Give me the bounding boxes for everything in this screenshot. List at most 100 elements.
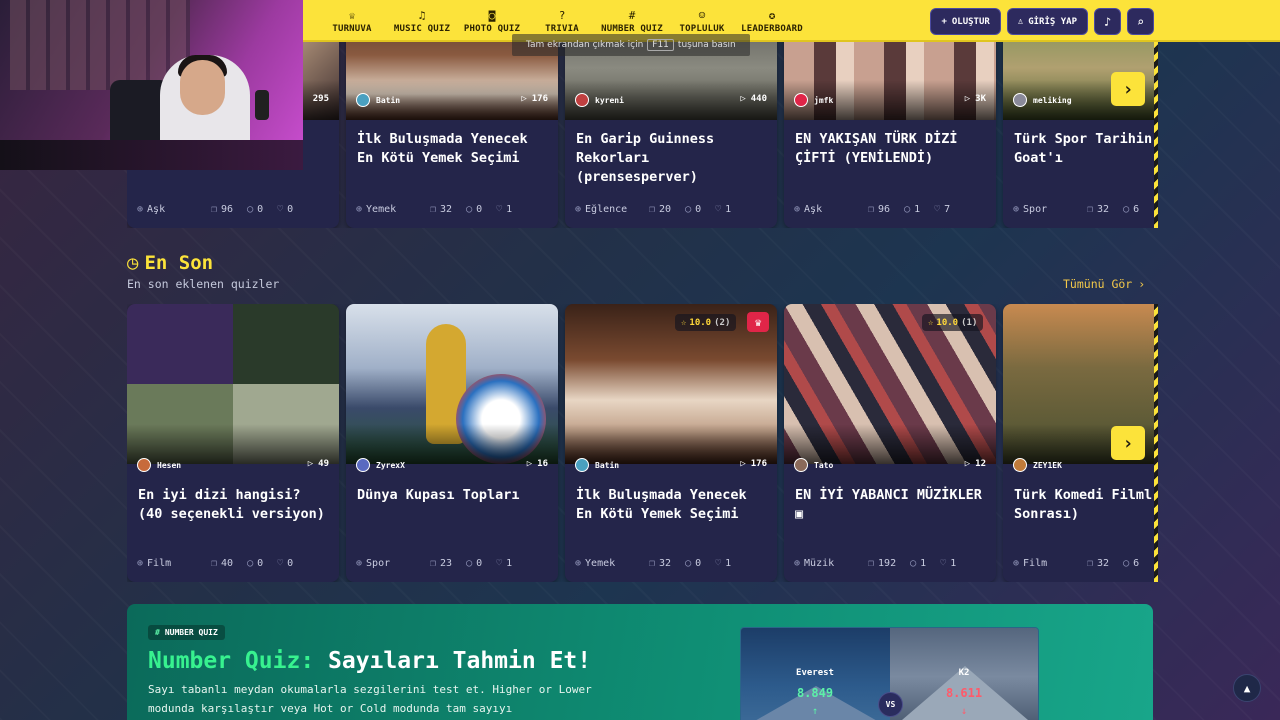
see-all-link[interactable]: Tümünü Gör ›: [1063, 277, 1145, 291]
like-count: 7: [944, 204, 951, 215]
play-count: ▷ 49: [308, 459, 329, 469]
category-label: Spor: [1023, 204, 1048, 215]
star-icon: ☆: [681, 317, 687, 328]
nav-item-photo-quiz[interactable]: ◙ PHOTO QUIZ: [457, 7, 527, 34]
heart-icon: ♡: [940, 558, 947, 569]
carousel-next-button[interactable]: ›: [1111, 426, 1145, 460]
quiz-card[interactable]: ☆ 10.0 (2) ♛ Batin ▷ 176 İlk Buluşmada Yene…: [565, 304, 777, 582]
play-icon: ▷: [521, 94, 527, 104]
carousel-next-button[interactable]: ›: [1111, 72, 1145, 106]
vs-right-panel: K2 8.611 ↓: [890, 628, 1038, 720]
promo-description: Sayı tabanlı meydan okumalarla sezgileri…: [148, 683, 592, 715]
star-icon: ☆: [928, 317, 934, 328]
quiz-title-text: EN İYİ YABANCI MÜZİKLER: [795, 487, 982, 503]
quiz-author[interactable]: ZEY1EK: [1013, 458, 1062, 472]
play-count: ▷ 176: [740, 459, 767, 469]
comment-icon: ◯: [247, 558, 254, 569]
avatar: [794, 458, 808, 472]
vs-badge: VS: [878, 692, 903, 717]
search-icon: ⌕: [1136, 14, 1145, 29]
fullscreen-tooltip: Tam ekrandan çıkmak için F11 tuşuna bası…: [512, 34, 750, 56]
number-quiz-promo: # NUMBER QUIZ Number Quiz: Sayıları Tahmi…: [127, 604, 1153, 720]
author-name: kyreni: [595, 95, 624, 105]
nav-item-trivia[interactable]: ? TRIVIA: [527, 7, 597, 34]
users-icon: ☺: [698, 8, 706, 22]
login-button[interactable]: ♙ GİRİŞ YAP: [1006, 8, 1088, 35]
rating-badge: ☆ 10.0 (2): [675, 314, 737, 331]
questions-icon: ❐: [430, 204, 437, 215]
quiz-thumbnail: [346, 304, 558, 464]
like-count: 1: [506, 204, 513, 215]
create-button[interactable]: + OLUŞTUR: [930, 8, 1001, 35]
questions-icon: ❐: [1087, 558, 1094, 569]
quiz-card[interactable]: Hesen ▷ 49 En iyi dizi hangisi? (40 seçen…: [127, 304, 339, 582]
play-count: ▷ 3K: [965, 94, 986, 104]
nav-item-number-quiz[interactable]: # NUMBER QUIZ: [597, 7, 667, 34]
play-count: ▷ 176: [521, 94, 548, 104]
medal-icon: ✪: [768, 8, 776, 22]
category-icon: ⊕: [794, 204, 801, 215]
quiz-title[interactable]: İlk Buluşmada Yenecek En Kötü Yemek Seçi…: [576, 486, 769, 524]
versus-preview[interactable]: Everest 8.849 ↑ K2 8.611 ↓ VS: [740, 627, 1039, 720]
quiz-card[interactable]: ☆ 10.0 (1) Tato ▷ 12 EN İYİ YABANCI MÜZİKLE…: [784, 304, 996, 582]
category-label: Eğlence: [585, 204, 628, 215]
quiz-title[interactable]: En iyi dizi hangisi? (40 seçenekli versi…: [138, 486, 331, 524]
category-label: Spor: [366, 558, 391, 569]
heart-icon: ♡: [496, 558, 503, 569]
quiz-author[interactable]: meliking: [1013, 93, 1072, 107]
author-name: meliking: [1033, 95, 1072, 105]
nav-menu: ♕ TURNUVA ♫ MUSIC QUIZ ◙ PHOTO QUIZ ? TRIVIA…: [317, 7, 807, 34]
scroll-to-top-button[interactable]: ▲: [1233, 674, 1261, 702]
questions-icon: ❐: [430, 558, 437, 569]
nav-item-leaderboard[interactable]: ✪ LEADERBOARD: [737, 7, 807, 34]
nav-label: TURNUVA: [332, 23, 372, 34]
questions-icon: ❐: [649, 558, 656, 569]
quiz-title[interactable]: Türk Komedi Filml (2000 Sonrası): [1014, 486, 1158, 524]
quiz-title[interactable]: EN İYİ YABANCI MÜZİKLER ▣: [795, 486, 988, 524]
quiz-card[interactable]: ZyrexX ▷ 16 Dünya Kupası Topları ⊕ Spor ❐ 2…: [346, 304, 558, 582]
quiz-title[interactable]: Türk Spor Tarihin Goat'ı: [1014, 130, 1158, 168]
author-name: ZEY1EK: [1033, 460, 1062, 470]
quiz-title[interactable]: İlk Buluşmada Yenecek En Kötü Yemek Seçi…: [357, 130, 550, 168]
notifications-button[interactable]: ♪: [1094, 8, 1121, 35]
quiz-author[interactable]: Batin: [575, 458, 619, 472]
quiz-author[interactable]: ZyrexX: [356, 458, 405, 472]
nav-label: NUMBER QUIZ: [601, 23, 663, 34]
quiz-author[interactable]: jmfk: [794, 93, 833, 107]
nav-label: TRIVIA: [545, 23, 579, 34]
promo-title-accent: Number Quiz:: [148, 648, 315, 674]
play-icon: ▷: [307, 459, 314, 469]
promo-title-rest: Sayıları Tahmin Et!: [314, 648, 592, 674]
heart-icon: ♡: [277, 558, 284, 569]
quiz-title[interactable]: EN YAKIŞAN TÜRK DİZİ ÇİFTİ (YENİLENDİ): [795, 130, 988, 168]
quiz-title[interactable]: En Garip Guinness Rekorları (prensesperv…: [576, 130, 769, 187]
category-icon: ⊕: [1013, 204, 1020, 215]
top-navbar: ♕ TURNUVA ♫ MUSIC QUIZ ◙ PHOTO QUIZ ? TRIVIA…: [303, 0, 1280, 42]
quiz-author[interactable]: Batin: [356, 93, 400, 107]
nav-item-music-quiz[interactable]: ♫ MUSIC QUIZ: [387, 7, 457, 34]
nav-item-turnuva[interactable]: ♕ TURNUVA: [317, 7, 387, 34]
questions-icon: ❐: [211, 204, 218, 215]
section-title-text: En Son: [144, 252, 214, 274]
quiz-title[interactable]: Dünya Kupası Topları: [357, 486, 550, 505]
nav-item-topluluk[interactable]: ☺ TOPLULUK: [667, 7, 737, 34]
user-icon: ♙: [1017, 16, 1024, 27]
question-count: 32: [1097, 204, 1110, 215]
heart-icon: ♡: [715, 204, 722, 215]
quiz-author[interactable]: Hesen: [137, 458, 181, 472]
play-count-value: 16: [537, 459, 548, 469]
card-meta: ⊕ Yemek ❐ 32 ◯ 0 ♡ 1: [575, 558, 769, 569]
like-count: 1: [506, 558, 513, 569]
play-count-value: 3K: [975, 94, 986, 104]
rating-value: 10.0: [936, 317, 959, 328]
search-button[interactable]: ⌕: [1127, 8, 1154, 35]
comment-count: 6: [1133, 204, 1140, 215]
heart-icon: ♡: [277, 204, 284, 215]
quiz-author[interactable]: kyreni: [575, 93, 624, 107]
carousel-edge-stripe: [1154, 304, 1158, 582]
create-label: OLUŞTUR: [951, 16, 990, 27]
tip-text-before: Tam ekrandan çıkmak için: [526, 40, 644, 50]
quiz-thumbnail: [565, 304, 777, 464]
quiz-author[interactable]: Tato: [794, 458, 833, 472]
comment-count: 0: [695, 204, 702, 215]
